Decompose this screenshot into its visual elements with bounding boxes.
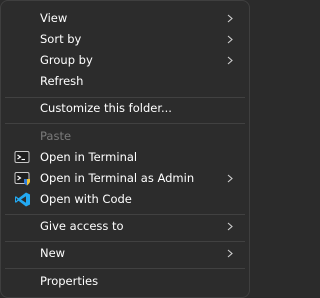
menu-item-group-by-label: Group by — [40, 53, 93, 67]
menu-separator — [5, 123, 245, 124]
menu-item-new[interactable]: New — [5, 243, 245, 264]
menu-item-group-by[interactable]: Group by — [5, 50, 245, 71]
menu-item-new-label: New — [40, 246, 66, 260]
chevron-right-icon — [227, 249, 233, 258]
menu-item-paste-label: Paste — [40, 129, 72, 143]
menu-item-sort-by[interactable]: Sort by — [5, 29, 245, 50]
menu-separator — [5, 241, 245, 242]
chevron-right-icon — [227, 174, 233, 183]
menu-separator — [5, 268, 245, 269]
menu-item-refresh[interactable]: Refresh — [5, 71, 245, 92]
chevron-right-icon — [227, 222, 233, 231]
menu-item-refresh-label: Refresh — [40, 74, 84, 88]
menu-item-sort-by-label: Sort by — [40, 32, 82, 46]
menu-item-properties-label: Properties — [40, 274, 99, 288]
terminal-admin-icon — [14, 172, 30, 186]
menu-item-view-label: View — [40, 11, 68, 25]
menu-item-customize-folder-label: Customize this folder... — [40, 101, 172, 115]
chevron-right-icon — [227, 56, 233, 65]
chevron-right-icon — [227, 35, 233, 44]
menu-item-view[interactable]: View — [5, 8, 245, 29]
context-menu: View Sort by Group by Refresh Customize … — [0, 0, 250, 298]
menu-item-open-in-terminal-label: Open in Terminal — [40, 150, 138, 164]
vscode-icon — [15, 192, 30, 207]
menu-item-open-in-terminal-admin-label: Open in Terminal as Admin — [40, 171, 195, 185]
menu-item-open-with-code-label: Open with Code — [40, 192, 132, 206]
menu-item-open-in-terminal[interactable]: Open in Terminal — [5, 147, 245, 168]
terminal-icon — [14, 151, 30, 163]
menu-separator — [5, 214, 245, 215]
menu-item-open-in-terminal-admin[interactable]: Open in Terminal as Admin — [5, 168, 245, 189]
menu-item-open-with-code[interactable]: Open with Code — [5, 189, 245, 210]
menu-item-give-access-to-label: Give access to — [40, 219, 124, 233]
chevron-right-icon — [227, 14, 233, 23]
menu-item-customize-folder[interactable]: Customize this folder... — [5, 98, 245, 119]
menu-item-paste: Paste — [5, 126, 245, 147]
menu-item-give-access-to[interactable]: Give access to — [5, 216, 245, 237]
menu-item-properties[interactable]: Properties — [5, 271, 245, 292]
